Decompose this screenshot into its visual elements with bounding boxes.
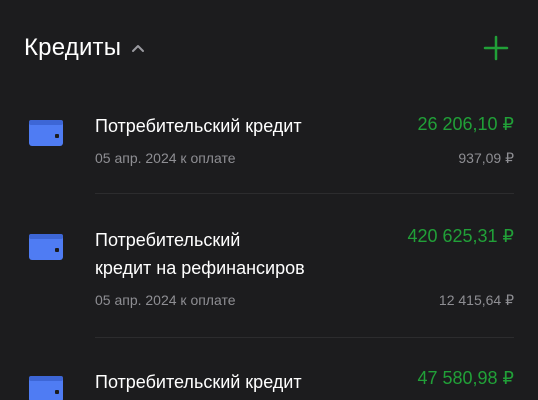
loan-balance: 26 206,10 ₽ xyxy=(417,114,514,134)
chevron-up-icon[interactable] xyxy=(131,41,145,55)
wallet-icon xyxy=(28,118,64,148)
divider xyxy=(95,193,514,194)
add-credit-button[interactable] xyxy=(482,34,510,62)
section-title[interactable]: Кредиты xyxy=(24,34,121,62)
credits-screen: Кредиты Потребительский кредит 26 206,10… xyxy=(0,0,538,400)
wallet-icon xyxy=(28,232,64,262)
plus-icon xyxy=(483,35,509,61)
loan-name: Потребительский кредит xyxy=(95,116,302,136)
loan-payment-amount: 12 415,64 ₽ xyxy=(438,292,514,308)
loan-item[interactable]: Потребительский кредит 26 206,10 ₽ 05 ап… xyxy=(0,110,538,194)
loan-item[interactable]: Потребительский кредит на рефинансиров 4… xyxy=(0,224,538,344)
loan-name: Потребительский кредит xyxy=(95,372,302,392)
loan-due-date: 05 апр. 2024 к оплате xyxy=(95,292,236,308)
loan-item[interactable]: Потребительский кредит 47 580,98 ₽ xyxy=(0,366,538,400)
credits-header: Кредиты xyxy=(24,28,510,68)
loan-payment-amount: 937,09 ₽ xyxy=(458,150,514,166)
loan-balance: 47 580,98 ₽ xyxy=(417,368,514,388)
loan-name-line-1: Потребительский xyxy=(95,230,241,250)
loan-balance: 420 625,31 ₽ xyxy=(407,226,514,246)
wallet-icon xyxy=(28,374,64,400)
divider xyxy=(95,337,514,338)
loan-due-date: 05 апр. 2024 к оплате xyxy=(95,150,236,166)
loan-name-line-2: кредит на рефинансиров xyxy=(95,258,305,278)
